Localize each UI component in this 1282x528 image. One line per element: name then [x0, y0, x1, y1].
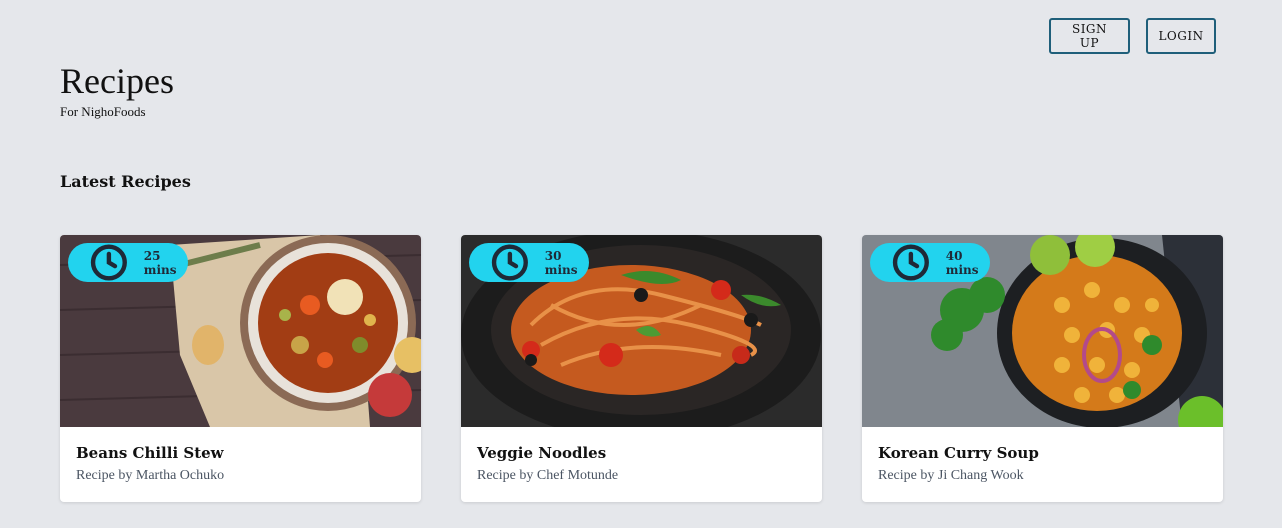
- recipe-title: Veggie Noodles: [477, 444, 607, 462]
- recipes-page: SIGN UP LOGIN Recipes For NighoFoods Lat…: [0, 0, 1282, 528]
- time-label: 40 mins: [945, 248, 979, 277]
- recipe-image: 25 mins: [60, 235, 421, 427]
- recipe-card[interactable]: 40 mins Korean Curry Soup Recipe by Ji C…: [862, 235, 1223, 502]
- recipe-author: Recipe by Chef Motunde: [477, 468, 619, 483]
- time-badge: 30 mins: [469, 243, 589, 282]
- auth-buttons: SIGN UP LOGIN: [1049, 18, 1216, 54]
- time-badge: 40 mins: [870, 243, 990, 282]
- page-subtitle: For NighoFoods: [60, 104, 146, 119]
- recipe-image: 40 mins: [862, 235, 1223, 427]
- clock-icon: [491, 244, 528, 281]
- time-badge: 25 mins: [68, 243, 188, 282]
- recipe-title: Beans Chilli Stew: [76, 444, 224, 462]
- time-label: 25 mins: [143, 248, 177, 277]
- login-button[interactable]: LOGIN: [1146, 18, 1216, 54]
- recipe-title: Korean Curry Soup: [878, 444, 1039, 462]
- page-title: Recipes: [60, 61, 174, 101]
- sign-up-button[interactable]: SIGN UP: [1049, 18, 1130, 54]
- clock-icon: [90, 244, 127, 281]
- time-label: 30 mins: [544, 248, 578, 277]
- recipe-card[interactable]: 30 mins Veggie Noodles Recipe by Chef Mo…: [461, 235, 822, 502]
- recipe-image: 30 mins: [461, 235, 822, 427]
- clock-icon: [892, 244, 929, 281]
- recipe-author: Recipe by Martha Ochuko: [76, 468, 225, 483]
- latest-recipes-heading: Latest Recipes: [60, 172, 191, 191]
- recipe-author: Recipe by Ji Chang Wook: [878, 468, 1024, 483]
- recipe-card-list: 25 mins Beans Chilli Stew Recipe by Mart…: [60, 235, 1223, 502]
- recipe-card[interactable]: 25 mins Beans Chilli Stew Recipe by Mart…: [60, 235, 421, 502]
